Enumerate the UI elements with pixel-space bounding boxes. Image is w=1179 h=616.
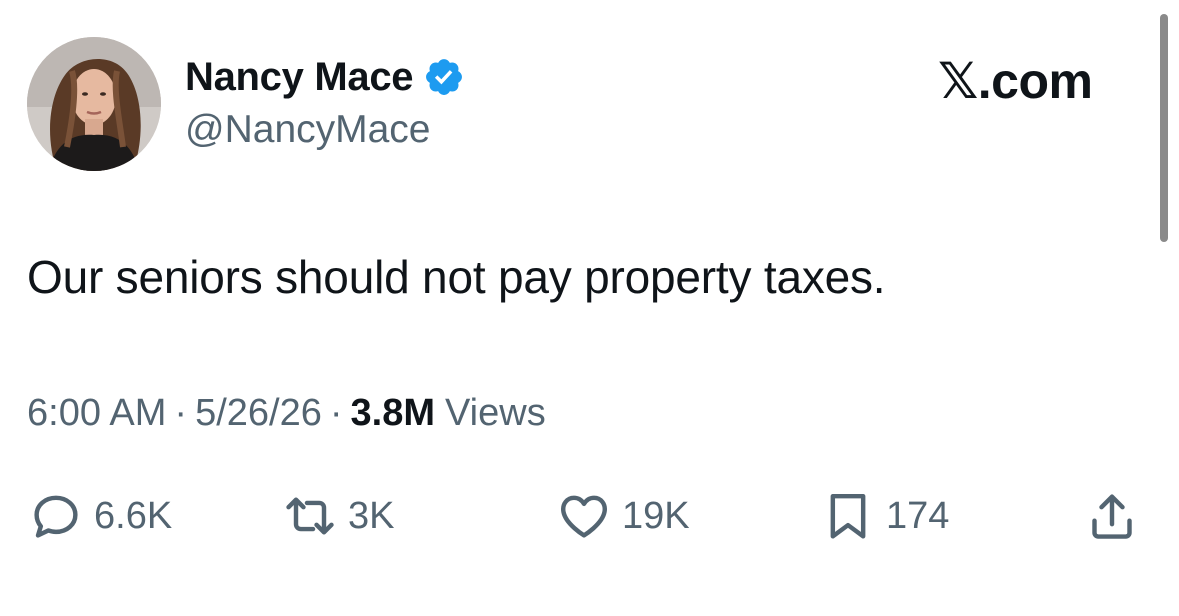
avatar[interactable] — [27, 37, 161, 171]
bookmark-button[interactable]: 174 — [820, 488, 949, 544]
share-button[interactable] — [1084, 488, 1140, 544]
reply-icon — [34, 495, 78, 538]
bookmark-icon — [830, 493, 866, 539]
display-name[interactable]: Nancy Mace — [185, 55, 414, 100]
x-logo: 𝕏.com — [938, 53, 1093, 109]
tweet-metadata: 6:00 AM · 5/26/26 · 3.8M Views — [27, 392, 546, 435]
verified-badge-icon — [423, 56, 465, 98]
share-icon — [1092, 494, 1132, 539]
tweet-text: Our seniors should not pay property taxe… — [27, 251, 886, 303]
reply-count: 6.6K — [94, 494, 173, 537]
author-handle[interactable]: @NancyMace — [185, 108, 431, 152]
retweet-icon — [286, 497, 334, 535]
scrollbar[interactable] — [1160, 14, 1168, 242]
avatar-photo — [27, 37, 161, 171]
reply-button[interactable]: 6.6K — [28, 488, 172, 544]
views-label[interactable]: Views — [445, 392, 546, 435]
separator: · — [329, 392, 343, 434]
tweet-date[interactable]: 5/26/26 — [195, 392, 322, 435]
like-button[interactable]: 19K — [556, 488, 690, 544]
tweet-time[interactable]: 6:00 AM — [27, 392, 166, 435]
retweet-button[interactable]: 3K — [282, 488, 394, 544]
heart-icon — [561, 495, 607, 538]
views-count[interactable]: 3.8M — [351, 392, 435, 435]
separator: · — [174, 392, 188, 434]
author-name-row[interactable]: Nancy Mace — [185, 52, 465, 102]
retweet-count: 3K — [348, 494, 395, 537]
bookmark-count: 174 — [886, 494, 950, 537]
like-count: 19K — [622, 494, 690, 537]
